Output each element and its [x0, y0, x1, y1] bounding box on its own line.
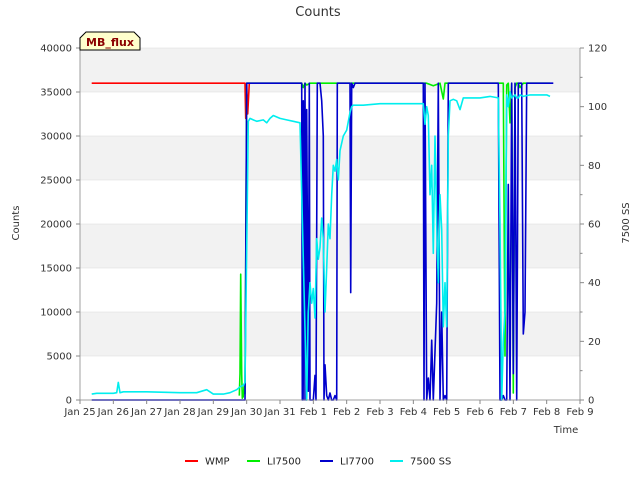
x-tick-label: Feb 2: [333, 407, 360, 418]
x-axis-ticks: Jan 25 Jan 26 Jan 27 Jan 28 Jan 29 Jan 30 Jan …: [63, 400, 594, 418]
x-tick-label: Feb 4: [400, 407, 427, 418]
y-tick-label: 35000: [40, 88, 72, 99]
x-tick-label: Jan 31: [263, 407, 295, 418]
plot-band: [80, 136, 580, 180]
site-tag-label: MB_flux: [86, 36, 134, 49]
legend: WMP LI7500 LI7700 7500 SS: [185, 457, 451, 468]
chart-title: Counts: [295, 5, 341, 20]
y2-axis-ticks: 0 20 40 60 80 100 120: [580, 44, 607, 407]
legend-label: LI7700: [340, 457, 374, 468]
x-tick-label: Jan 26: [97, 407, 129, 418]
x-tick-label: Feb 6: [466, 407, 493, 418]
y2-tick-label: 20: [588, 337, 601, 348]
y2-tick-label: 0: [588, 396, 594, 407]
y2-axis-label: 7500 SS: [621, 202, 632, 243]
plot-band: [80, 48, 580, 92]
y-tick-label: 10000: [40, 308, 72, 319]
x-tick-label: Feb 1: [300, 407, 327, 418]
x-tick-label: Feb 9: [566, 407, 593, 418]
y-tick-label: 0: [66, 396, 72, 407]
counts-chart: 0 5000 10000 15000 20000 25000 30000 35000 40000…: [11, 5, 632, 468]
y2-tick-label: 100: [588, 102, 607, 113]
x-tick-label: Jan 28: [163, 407, 195, 418]
x-tick-label: Feb 5: [433, 407, 460, 418]
x-tick-label: Feb 7: [500, 407, 527, 418]
x-tick-label: Jan 27: [130, 407, 162, 418]
y-axis-label: Counts: [11, 206, 22, 241]
x-tick-label: Feb 3: [366, 407, 393, 418]
y2-tick-label: 40: [588, 278, 601, 289]
x-tick-label: Feb 8: [533, 407, 560, 418]
y-tick-label: 25000: [40, 176, 72, 187]
legend-label: WMP: [205, 457, 230, 468]
x-axis-label: Time: [553, 425, 578, 436]
y2-tick-label: 60: [588, 220, 601, 231]
site-tag: MB_flux: [79, 31, 141, 51]
y-tick-label: 15000: [40, 264, 72, 275]
y-tick-label: 20000: [40, 220, 72, 231]
legend-label: 7500 SS: [410, 457, 451, 468]
y-tick-label: 5000: [47, 352, 72, 363]
y2-tick-label: 120: [588, 44, 607, 55]
x-tick-label: Jan 25: [63, 407, 95, 418]
x-tick-label: Jan 30: [230, 407, 262, 418]
y-tick-label: 30000: [40, 132, 72, 143]
x-tick-label: Jan 29: [197, 407, 229, 418]
y-tick-label: 40000: [40, 44, 72, 55]
y-axis-ticks: 0 5000 10000 15000 20000 25000 30000 35000 40000: [40, 44, 80, 407]
y2-tick-label: 80: [588, 161, 601, 172]
legend-label: LI7500: [267, 457, 301, 468]
